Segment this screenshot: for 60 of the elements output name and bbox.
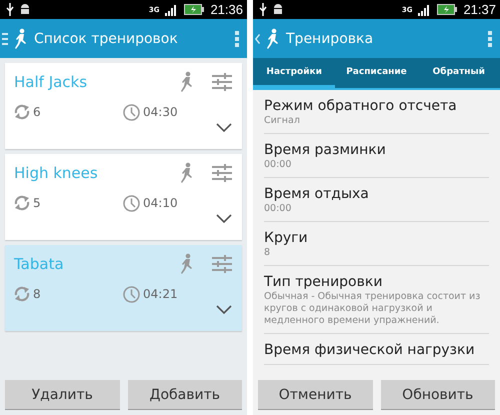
battery-icon: [184, 4, 204, 15]
repeat-icon: [14, 195, 30, 211]
screen-title: Тренировка: [286, 30, 374, 46]
workout-name: High knees: [14, 164, 99, 182]
runner-icon: [266, 28, 280, 50]
runner-icon: [180, 162, 194, 184]
menu-icon[interactable]: [2, 32, 8, 46]
workout-duration: 04:21: [143, 287, 178, 301]
action-button[interactable]: Добавить: [128, 380, 242, 410]
repeat-icon: [14, 286, 30, 302]
setting-value: 00:00: [264, 159, 292, 171]
overflow-menu-icon[interactable]: [488, 30, 492, 46]
chevron-down-icon[interactable]: [216, 123, 232, 133]
action-button[interactable]: Обновить: [380, 380, 495, 410]
clock-icon: [123, 194, 140, 212]
workout-card[interactable]: Half Jacks 6 04:30: [5, 63, 242, 149]
setting-title[interactable]: Время отдыха: [264, 186, 489, 202]
clock-time: 21:36: [210, 2, 243, 17]
workout-duration: 04:30: [143, 105, 178, 119]
setting-title[interactable]: Тип тренировки: [264, 274, 489, 290]
workout-name: Half Jacks: [14, 73, 88, 91]
signal-icon: [165, 4, 178, 16]
sliders-icon[interactable]: [212, 255, 232, 273]
chevron-down-icon[interactable]: [216, 305, 232, 315]
workout-card[interactable]: High knees 5 04:10: [5, 154, 242, 240]
clock-icon: [123, 286, 140, 302]
chevron-down-icon[interactable]: [216, 214, 232, 224]
usb-icon: [259, 3, 267, 16]
rounds-count: 8: [33, 287, 41, 301]
tab[interactable]: Обратный: [418, 58, 500, 88]
setting-value: Сигнал: [264, 115, 301, 127]
action-button[interactable]: Отменить: [258, 380, 372, 410]
setting-title[interactable]: Круги: [264, 230, 489, 246]
clock-icon: [123, 104, 140, 120]
runner-icon: [14, 28, 28, 50]
tab[interactable]: Расписание: [335, 58, 418, 88]
setting-value: 00:00: [264, 203, 292, 215]
rounds-count: 5: [33, 196, 41, 210]
workout-name: Tabata: [14, 255, 65, 273]
rounds-count: 6: [33, 105, 41, 119]
clock-time: 21:37: [463, 2, 496, 17]
setting-title[interactable]: Время физической нагрузки: [264, 342, 489, 358]
workout-duration: 04:10: [143, 196, 178, 210]
workout-card[interactable]: Tabata 8 04:21: [5, 245, 242, 331]
battery-icon: [437, 4, 458, 15]
runner-icon: [180, 253, 194, 275]
action-button[interactable]: Удалить: [5, 380, 120, 410]
setting-value: Обычная - Обычная тренировка состоит из кругов с одинаковой нагрузкой и медленного времени упражнений.: [264, 291, 482, 327]
sliders-icon[interactable]: [212, 164, 232, 182]
sliders-icon[interactable]: [212, 73, 232, 91]
usb-icon: [6, 3, 14, 16]
repeat-icon: [14, 104, 30, 120]
overflow-menu-icon[interactable]: [235, 30, 239, 46]
setting-value: 8: [264, 247, 272, 259]
runner-icon: [180, 71, 194, 93]
screen-title: Список тренировок: [34, 30, 179, 46]
setting-title[interactable]: Режим обратного отсчета: [264, 98, 489, 114]
signal-icon: [418, 4, 432, 16]
back-icon[interactable]: [255, 34, 260, 44]
setting-title[interactable]: Время разминки: [264, 142, 489, 158]
